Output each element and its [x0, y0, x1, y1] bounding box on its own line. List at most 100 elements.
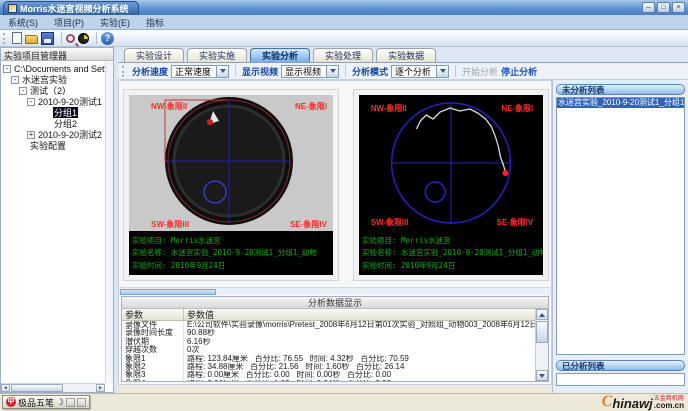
data-panel-title: 分析数据显示	[122, 297, 548, 309]
nw-quadrant-label: NW-象限II	[151, 101, 187, 111]
open-folder-icon[interactable]	[25, 35, 38, 44]
close-button[interactable]: ×	[672, 2, 685, 13]
scroll-left-icon[interactable]: ◄	[1, 384, 10, 392]
tab-implementation[interactable]: 实验实施	[187, 48, 248, 62]
table-row[interactable]: 录像文件 E:\公司软件\实验录像\morris\Pretest_2008年6月…	[122, 321, 535, 330]
analysis-lists-sidebar: 未分析列表 水迷宫实验_2010-9-20测试1_分组1_动物 已分析列表	[552, 80, 688, 393]
help-icon[interactable]: ?	[101, 31, 114, 45]
table-row[interactable]: 象限4 路程: 3.06厘米 百分比: 1.89 时间: 0.24秒 百分比: …	[122, 379, 535, 381]
toolbar-separator	[61, 32, 62, 44]
maximize-button[interactable]: □	[657, 2, 670, 13]
minimize-button[interactable]: –	[642, 2, 655, 13]
menu-bar: 系统(S) 项目(P) 实验(E) 指标	[0, 15, 688, 30]
nw-quadrant-label: NW-象限II	[371, 103, 407, 113]
tree-item-test2[interactable]: + 2010-9-20测试2（2）	[27, 129, 113, 140]
table-row[interactable]: 象限3 路程: 0.00厘米 百分比: 0.00 时间: 0.00秒 百分比: …	[122, 370, 535, 380]
trajectory-video-panel: NW-象限II NE-象限I SW-象限III SE-象限IV 实验项目: Mo…	[353, 89, 549, 281]
table-row[interactable]: 录像时间长度 90.88秒	[122, 328, 535, 338]
table-row[interactable]: 潜伏期 6.16秒	[122, 337, 535, 347]
collapse-icon[interactable]: -	[3, 64, 11, 73]
app-icon	[8, 4, 17, 13]
maze-trajectory-view: NW-象限II NE-象限I SW-象限III SE-象限IV	[359, 95, 543, 231]
analysis-content: NW-象限II NE-象限I SW-象限III SE-象限IV 实验项目: Mo…	[118, 80, 552, 385]
column-parameter[interactable]: 参数	[122, 309, 184, 320]
collapse-icon[interactable]: -	[19, 86, 27, 95]
chevron-down-icon[interactable]	[326, 65, 339, 77]
table-row[interactable]: 象限2 路程: 34.88厘米 百分比: 21.56 时间: 1.60秒 百分比…	[122, 362, 535, 372]
save-icon[interactable]	[41, 31, 54, 45]
collapse-icon[interactable]: -	[11, 75, 19, 84]
tree-item-config[interactable]: 实验配置	[19, 140, 113, 151]
menu-experiment[interactable]: 实验(E)	[100, 16, 130, 29]
ne-quadrant-label: NE-象限I	[295, 101, 327, 111]
display-video-label: 显示视频	[242, 66, 279, 77]
table-body: 录像文件 E:\公司软件\实验录像\morris\Pretest_2008年6月…	[122, 321, 535, 381]
ime-option-button[interactable]	[66, 397, 76, 407]
ime-language-icon[interactable]: 中	[6, 397, 16, 407]
watermark-domain: .com.cn	[653, 401, 684, 410]
display-video-select[interactable]: 显示视频	[281, 64, 340, 78]
maximize-icon: □	[661, 4, 666, 11]
trajectory-video-frame: NW-象限II NE-象限I SW-象限III SE-象限IV	[359, 95, 543, 231]
analyzed-list-header[interactable]: 已分析列表	[556, 360, 685, 371]
tree-horizontal-scrollbar[interactable]: ◄ ►	[1, 383, 105, 392]
se-quadrant-label: SE-象限IV	[290, 219, 328, 229]
scroll-right-icon[interactable]: ►	[96, 384, 105, 392]
scroll-up-icon[interactable]	[536, 309, 548, 320]
project-tree: - C:\Documents and Settings\Adm - 水迷宫实验 …	[1, 61, 113, 379]
tab-analysis[interactable]: 实验分析	[250, 48, 311, 62]
list-item[interactable]: 水迷宫实验_2010-9-20测试1_分组1_动物	[557, 98, 684, 108]
tree-item-group1[interactable]: 分组1	[43, 107, 113, 118]
camera-video-panel: NW-象限II NE-象限I SW-象限III SE-象限IV 实验项目: Mo…	[123, 89, 339, 281]
analyze-icon[interactable]	[66, 34, 75, 43]
project-manager-panel: 实验项目管理器 - C:\Documents and Settings\Adm …	[0, 47, 114, 393]
tree-item-experiment[interactable]: - 水迷宫实验	[11, 74, 113, 85]
scroll-thumb[interactable]	[536, 321, 548, 343]
ne-quadrant-label: NE-象限I	[502, 103, 534, 113]
mode-label: 分析模式	[352, 66, 389, 77]
moon-icon[interactable]: ☽	[56, 397, 64, 407]
tab-strip: 实验设计 实验实施 实验分析 实验处理 实验数据	[118, 47, 688, 63]
tab-data[interactable]: 实验数据	[376, 48, 437, 62]
scroll-down-icon[interactable]	[536, 370, 548, 381]
tab-processing[interactable]: 实验处理	[313, 48, 374, 62]
main-toolbar: ?	[0, 30, 688, 47]
scroll-thumb[interactable]	[11, 384, 63, 392]
ime-keyboard-button[interactable]	[77, 397, 87, 407]
speed-select[interactable]: 正常速度	[171, 64, 230, 78]
new-icon[interactable]	[12, 32, 22, 44]
tree-vertical-scrollbar[interactable]	[105, 61, 113, 383]
table-row[interactable]: 穿越次数 0次	[122, 345, 535, 355]
tree-item-group2[interactable]: 分组2	[43, 118, 113, 129]
menu-indicators[interactable]: 指标	[146, 16, 164, 29]
stop-analysis-icon[interactable]	[78, 33, 89, 44]
ime-bar[interactable]: 中 极品五笔 ☽	[2, 395, 91, 409]
chevron-down-icon[interactable]	[216, 65, 229, 77]
tree-item-root[interactable]: - C:\Documents and Settings\Adm	[3, 63, 113, 74]
column-value[interactable]: 参数值	[184, 309, 548, 320]
chevron-down-icon[interactable]	[436, 65, 449, 77]
collapse-icon[interactable]: -	[27, 97, 35, 106]
table-row[interactable]: 象限1 路程: 123.84厘米 百分比: 76.55 时间: 4.32秒 百分…	[122, 354, 535, 363]
expand-icon[interactable]: +	[27, 130, 35, 139]
ime-name[interactable]: 极品五笔	[18, 396, 54, 409]
menu-project[interactable]: 项目(P)	[54, 16, 84, 29]
end-point-dot	[502, 170, 509, 176]
experiment-project-text: 实验项目: Morris水迷宫	[362, 235, 451, 245]
mode-select[interactable]: 逐个分析	[391, 64, 450, 78]
menu-system[interactable]: 系统(S)	[8, 16, 38, 29]
tab-design[interactable]: 实验设计	[124, 48, 185, 62]
tree-item-test-group[interactable]: - 测试（2）	[19, 85, 113, 96]
analysis-toolbar: 分析速度 正常速度 显示视频 显示视频 分析模式 逐个分析 开始分析 停止分析	[118, 63, 688, 80]
scroll-thumb[interactable]	[120, 289, 216, 295]
experiment-time-text: 实验时间: 2010年9月24日	[132, 261, 226, 271]
tree-item-test1[interactable]: - 2010-9-20测试1（2）	[27, 96, 113, 107]
start-analysis-button: 开始分析	[462, 66, 499, 77]
unanalyzed-listbox: 水迷宫实验_2010-9-20测试1_分组1_动物	[556, 97, 685, 355]
video-area-horizontal-scrollbar[interactable]	[119, 287, 551, 295]
maze-camera-view: NW-象限II NE-象限I SW-象限III SE-象限IV	[129, 95, 333, 231]
unanalyzed-list-header[interactable]: 未分析列表	[556, 84, 685, 95]
table-vertical-scrollbar[interactable]	[535, 309, 548, 381]
stop-analysis-button[interactable]: 停止分析	[501, 65, 537, 78]
minimize-icon: –	[646, 4, 651, 11]
